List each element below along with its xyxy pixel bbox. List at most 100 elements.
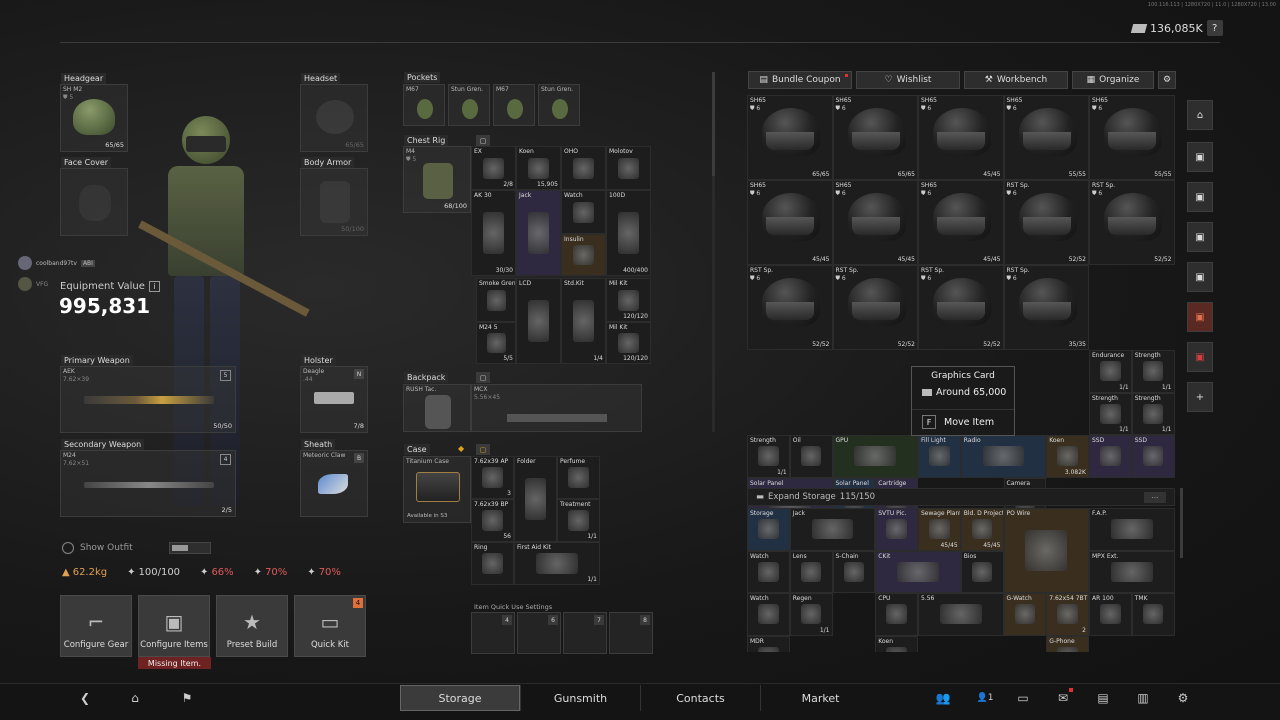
rig-item[interactable]: AK 30 30/30 <box>471 190 516 276</box>
helmet-item[interactable]: RST Sp. 52/52 ⛊ 6 <box>1003 180 1089 265</box>
preset-build-button[interactable]: ★ Preset Build <box>216 595 288 657</box>
storage-tab-1[interactable]: ▣ <box>1187 142 1213 172</box>
storage-item[interactable]: F.A.P. <box>1089 508 1175 551</box>
settings-button[interactable]: ⚙ <box>1172 688 1194 708</box>
bundle-coupon-button[interactable]: ▤ Bundle Coupon <box>748 71 852 89</box>
primary-weapon-slot[interactable]: AEK 7.62×39 5 50/50 <box>60 366 236 433</box>
shop-button[interactable]: ▤ <box>1092 688 1114 708</box>
storage-item[interactable]: SSD <box>1089 435 1132 478</box>
storage-tab-5[interactable]: ▣ <box>1187 302 1213 332</box>
pocket-slot[interactable]: M67 <box>403 84 445 126</box>
storage-tab-6[interactable]: ▣ <box>1187 342 1213 372</box>
storage-item[interactable]: Fill Light <box>918 435 961 478</box>
rig-item[interactable]: Mil Kit 120/120 <box>606 322 651 364</box>
helmet-item[interactable]: SH65 45/45 ⛊ 6 <box>832 180 918 265</box>
storage-item[interactable]: MPX Ext. <box>1089 550 1175 593</box>
storage-item[interactable]: Bios <box>960 550 1004 593</box>
storage-item[interactable]: Sewage Plant 45/45 <box>918 508 961 551</box>
tab-storage[interactable]: Storage <box>400 685 520 711</box>
chest-rig-slot[interactable]: M4 ⛊ 5 68/100 <box>403 146 471 213</box>
lock-icon[interactable]: ▢ <box>476 372 490 383</box>
holster-slot[interactable]: Deagle .44 N 7/8 <box>300 366 368 433</box>
case-item[interactable]: Folder <box>514 456 557 542</box>
flag-button[interactable]: ⚑ <box>176 688 198 708</box>
storage-item[interactable]: Radio <box>960 435 1047 478</box>
pocket-slot[interactable]: Stun Gren. <box>538 84 580 126</box>
case-item[interactable]: 7.62x39 AP 3 <box>471 456 514 499</box>
helmet-item[interactable]: SH65 65/65 ⛊ 6 <box>832 95 918 180</box>
backpack-slot[interactable]: RUSH Tac. <box>403 384 471 432</box>
lock-icon[interactable]: ▢ <box>476 444 490 455</box>
helmet-item[interactable]: SH65 65/65 ⛊ 6 <box>747 95 833 180</box>
pocket-slot[interactable]: Stun Gren. <box>448 84 490 126</box>
back-button[interactable]: ❮ <box>74 688 96 708</box>
tab-gunsmith[interactable]: Gunsmith <box>520 685 640 711</box>
quick-use-slot[interactable]: 7 <box>563 612 607 654</box>
storage-item[interactable]: Oil <box>789 435 833 478</box>
storage-item[interactable]: 5.56 <box>918 593 1004 636</box>
face-cover-slot[interactable] <box>60 168 128 236</box>
storage-item[interactable]: Watch <box>747 593 790 636</box>
rig-item[interactable]: Koen 15,905 <box>516 146 561 190</box>
storage-item[interactable]: AR 100 <box>1089 593 1132 636</box>
info-icon[interactable]: i <box>148 281 160 292</box>
add-storage-button[interactable]: + <box>1187 382 1213 412</box>
storage-item[interactable]: Bld. D Projection 45/45 <box>960 508 1004 551</box>
storage-item[interactable]: Koen 3.082K <box>1046 435 1089 478</box>
storage-item[interactable]: Regen 1/1 <box>789 593 833 636</box>
storage-item[interactable]: Strength 1/1 <box>1131 350 1175 393</box>
headgear-slot[interactable]: SH M2 ⛊ 5 65/65 <box>60 84 128 152</box>
more-button[interactable]: ··· <box>1144 492 1166 503</box>
case-slot[interactable]: Titanium Case Available in S3 <box>403 456 471 523</box>
storage-tab-2[interactable]: ▣ <box>1187 182 1213 212</box>
squad-button[interactable]: 👥 <box>932 688 954 708</box>
storage-item[interactable]: Koen <box>875 635 918 652</box>
rig-item[interactable]: Insulin <box>561 234 606 276</box>
storage-item[interactable]: Lens <box>789 550 833 593</box>
helmet-item[interactable]: RST Sp. 35/35 ⛊ 6 <box>1003 265 1089 350</box>
storage-item[interactable]: Endurance 1/1 <box>1089 350 1132 393</box>
storage-item[interactable]: G-Phone <box>1046 635 1089 652</box>
tab-market[interactable]: Market <box>760 685 880 711</box>
body-armor-slot[interactable]: 50/100 <box>300 168 368 236</box>
chat-button[interactable]: ▭ <box>1012 688 1034 708</box>
storage-tab-4[interactable]: ▣ <box>1187 262 1213 292</box>
storage-item[interactable]: SSD <box>1131 435 1175 478</box>
quick-use-slot[interactable]: 4 <box>471 612 515 654</box>
workbench-button[interactable]: ⚒ Workbench <box>964 71 1068 89</box>
player-row[interactable]: coolband97tv ABI <box>18 256 95 270</box>
storage-item[interactable]: Strength 1/1 <box>1131 392 1175 435</box>
expand-storage-bar[interactable]: ▬ Expand Storage 115/150 ··· <box>747 488 1175 506</box>
backpack-weapon[interactable]: MCX 5.56×45 <box>471 384 642 432</box>
helmet-item[interactable]: RST Sp. 52/52 ⛊ 6 <box>1089 180 1175 265</box>
show-outfit-toggle[interactable]: Show Outfit <box>62 542 211 554</box>
home-storage-button[interactable]: ⌂ <box>1187 100 1213 130</box>
helmet-item[interactable]: SH65 45/45 ⛊ 6 <box>918 95 1004 180</box>
rig-item[interactable]: Molotov <box>606 146 651 190</box>
helmet-item[interactable]: SH65 45/45 ⛊ 6 <box>747 180 833 265</box>
helmet-item[interactable]: RST Sp. 52/52 ⛊ 6 <box>918 265 1004 350</box>
case-item[interactable]: Ring <box>471 542 514 585</box>
storage-item[interactable]: SVTU Pic. <box>875 508 918 551</box>
rig-item[interactable]: Mil Kit 120/120 <box>606 278 651 322</box>
sheath-slot[interactable]: Meteoric Claw B <box>300 450 368 517</box>
quick-kit-button[interactable]: ▭ Quick Kit 4 <box>294 595 366 657</box>
storage-item[interactable]: CPU <box>875 593 918 636</box>
settings-button[interactable]: ⚙ <box>1158 71 1176 89</box>
case-item[interactable]: 7.62x39 BP 56 <box>471 499 514 542</box>
secondary-weapon-slot[interactable]: M24 7.62×51 4 2/5 <box>60 450 236 517</box>
quick-use-slot[interactable]: 6 <box>517 612 561 654</box>
storage-item[interactable]: MDR <box>747 635 790 652</box>
tab-contacts[interactable]: Contacts <box>640 685 760 711</box>
tasks-button[interactable]: ▥ <box>1132 688 1154 708</box>
rig-item[interactable]: LCD <box>516 278 561 364</box>
storage-item[interactable]: G-Watch <box>1003 593 1047 636</box>
helmet-item[interactable]: SH65 55/55 ⛊ 6 <box>1089 95 1175 180</box>
rig-item[interactable]: EX 2/8 <box>471 146 516 190</box>
helmet-item[interactable]: RST Sp. 52/52 ⛊ 6 <box>747 265 833 350</box>
case-item[interactable]: First Aid Kit 1/1 <box>514 542 600 585</box>
storage-item[interactable]: Strength 1/1 <box>1089 392 1132 435</box>
helmet-item[interactable]: SH65 45/45 ⛊ 6 <box>918 180 1004 265</box>
squad-row[interactable]: VFG <box>18 277 48 291</box>
toggle-switch[interactable] <box>168 542 211 554</box>
